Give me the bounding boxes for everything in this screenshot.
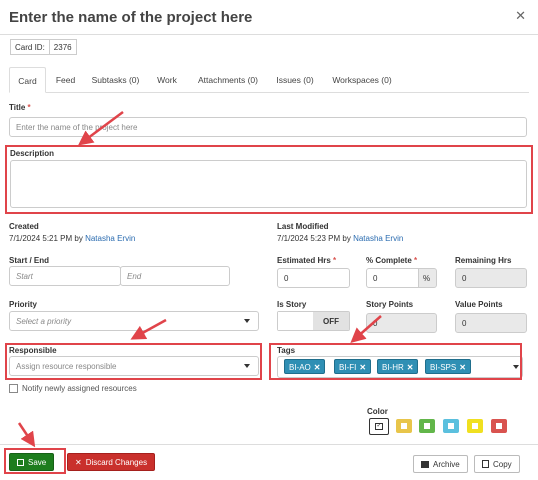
arrow-to-save bbox=[17, 422, 36, 448]
arrow-to-description bbox=[77, 110, 124, 146]
arrow-to-responsible bbox=[130, 318, 167, 340]
arrow-to-tags bbox=[350, 315, 382, 343]
annotation-arrows bbox=[17, 110, 382, 448]
